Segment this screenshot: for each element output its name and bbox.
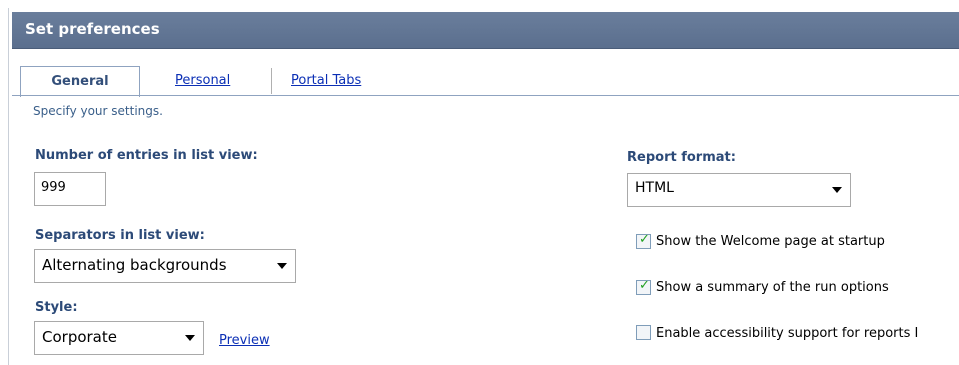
welcome-checkbox-label: Show the Welcome page at startup — [656, 234, 885, 249]
checkmark-icon: ✓ — [639, 278, 650, 293]
welcome-checkbox[interactable]: ✓ — [636, 232, 651, 249]
style-select-value: Corporate — [42, 328, 117, 346]
tab-bar: General Personal Portal Tabs — [12, 66, 959, 97]
tab-personal[interactable]: Personal — [175, 66, 230, 95]
report-format-label: Report format: — [627, 150, 736, 165]
style-select[interactable]: Corporate — [34, 321, 204, 355]
accessibility-checkbox-label: Enable accessibility support for reports… — [656, 326, 919, 341]
chevron-down-icon — [832, 187, 842, 193]
entries-label: Number of entries in list view: — [35, 148, 258, 163]
instruction-text: Specify your settings. — [33, 104, 163, 118]
separators-select[interactable]: Alternating backgrounds — [34, 249, 296, 283]
summary-checkbox[interactable]: ✓ — [636, 278, 651, 295]
report-format-select[interactable]: HTML — [627, 173, 851, 207]
page-title: Set preferences — [25, 20, 160, 38]
separators-select-value: Alternating backgrounds — [42, 256, 227, 274]
style-label: Style: — [35, 300, 78, 315]
chevron-down-icon — [185, 335, 195, 341]
report-format-value: HTML — [635, 180, 674, 196]
preview-link[interactable]: Preview — [219, 333, 270, 348]
checkmark-icon: ✓ — [639, 232, 650, 247]
chevron-down-icon — [277, 263, 287, 269]
window-top-edge — [0, 0, 959, 6]
entries-input-value: 999 — [41, 180, 66, 195]
title-bar: Set preferences — [12, 12, 959, 49]
entries-input[interactable]: 999 — [34, 172, 106, 206]
summary-checkbox-label: Show a summary of the run options — [656, 280, 889, 295]
tab-underline — [12, 95, 959, 96]
separators-label: Separators in list view: — [35, 228, 205, 243]
tab-portal-tabs[interactable]: Portal Tabs — [291, 66, 361, 95]
tab-general[interactable]: General — [20, 66, 140, 97]
left-border — [8, 8, 9, 365]
tab-separator — [271, 68, 272, 94]
accessibility-checkbox[interactable] — [636, 325, 651, 340]
